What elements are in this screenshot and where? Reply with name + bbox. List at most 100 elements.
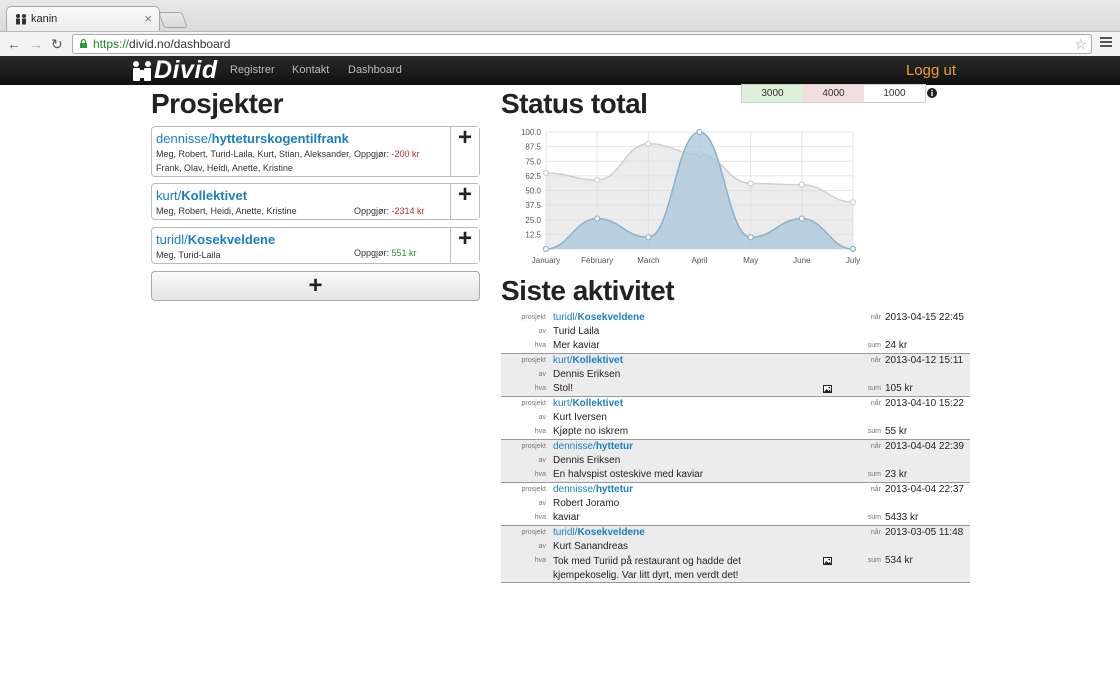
activity-time: 2013-04-04 22:37 — [885, 484, 964, 495]
add-expense-button[interactable]: + — [450, 183, 479, 219]
y-tick-label: 87.5 — [525, 143, 541, 152]
project-card[interactable]: turidl/Kosekveldene Meg, Turid-Laila Opp… — [151, 227, 480, 264]
what-label: hva — [534, 385, 546, 392]
data-point — [849, 199, 857, 206]
forward-icon[interactable]: → — [29, 35, 43, 53]
y-tick-label: 25.0 — [525, 216, 541, 225]
project-label: prosjekt — [521, 314, 546, 321]
sum-label: sum — [867, 385, 881, 392]
activity-item: prosjekt kurt/Kollektivet når 2013-04-12 15… — [501, 354, 970, 397]
project-label: prosjekt — [521, 357, 546, 364]
sum-label: sum — [867, 342, 881, 349]
browser-tab[interactable]: kanin × — [6, 6, 160, 32]
activity-project-link[interactable]: turidl/Kosekveldene — [553, 312, 645, 323]
info-icon[interactable] — [927, 88, 937, 98]
sum-label: sum — [867, 514, 881, 521]
project-body: turidl/Kosekveldene Meg, Turid-Laila Opp… — [152, 228, 450, 263]
activity-description: Kjøpte no iskrem — [553, 426, 629, 437]
project-settlement: Oppgjør: -2314 kr — [354, 206, 425, 216]
project-settlement: Oppgjør: -200 kr — [354, 149, 420, 159]
project-members: Meg, Turid-Laila — [156, 250, 221, 260]
data-point — [645, 234, 652, 241]
site-navbar: Divid Registrer Kontakt Dashboard Logg u… — [0, 56, 1120, 85]
activity-project-link[interactable]: kurt/Kollektivet — [553, 355, 623, 366]
activity-project-owner: kurt/ — [553, 355, 573, 366]
when-label: når — [870, 400, 881, 407]
logout-link[interactable]: Logg ut — [906, 56, 956, 85]
close-icon[interactable]: × — [144, 7, 152, 31]
y-tick-label: 12.5 — [525, 230, 541, 239]
project-label: prosjekt — [521, 486, 546, 493]
activity-project-name: hyttetur — [595, 484, 634, 495]
new-tab-button[interactable] — [158, 12, 188, 28]
project-members: Meg, Robert, Heidi, Anette, Kristine — [156, 206, 297, 216]
activity-description: Mer kaviar — [553, 340, 600, 351]
activity-project-link[interactable]: dennisse/hyttetur — [553, 484, 633, 495]
add-expense-button[interactable]: + — [450, 126, 479, 176]
brand-name: Divid — [154, 56, 218, 84]
activity-project-owner: turidl/ — [553, 312, 578, 323]
activity-description: Tok med Turiid på restaurant og hadde de… — [553, 556, 741, 581]
activity-project-link[interactable]: kurt/Kollektivet — [553, 398, 623, 409]
add-project-button[interactable]: + — [151, 271, 480, 301]
project-name: Kosekveldene — [187, 232, 276, 247]
project-name: hytteturskogentilfrank — [211, 131, 349, 146]
project-members: Meg, Robert, Turid-Laila, Kurt, Stian, A… — [156, 149, 352, 173]
project-card[interactable]: dennisse/hytteturskogentilfrank Meg, Rob… — [151, 126, 480, 177]
menu-icon[interactable] — [1100, 37, 1112, 49]
activity-list: prosjekt turidl/Kosekveldene når 2013-04-15… — [501, 311, 970, 583]
activity-sum: 23 kr — [885, 469, 908, 480]
back-icon[interactable]: ← — [7, 35, 21, 53]
project-body: dennisse/hytteturskogentilfrank Meg, Rob… — [152, 127, 450, 176]
activity-author: Turid Laila — [553, 326, 600, 337]
data-point — [849, 245, 857, 253]
nav-registrer[interactable]: Registrer — [230, 56, 275, 85]
project-link[interactable]: turidl/Kosekveldene — [156, 232, 446, 248]
activity-time: 2013-04-10 15:22 — [885, 398, 964, 409]
activity-item: prosjekt turidl/Kosekveldene når 2013-03-05… — [501, 526, 970, 583]
address-bar[interactable]: https://divid.no/dashboard ☆ — [72, 34, 1092, 54]
project-owner: dennisse/ — [156, 131, 212, 146]
filter-red[interactable]: 4000 — [803, 85, 864, 102]
activity-project-link[interactable]: turidl/Kosekveldene — [553, 527, 645, 538]
y-tick-label: 50.0 — [525, 187, 541, 196]
star-icon[interactable]: ☆ — [1074, 35, 1087, 53]
activity-project-name: Kollektivet — [572, 355, 624, 366]
by-label: av — [538, 457, 546, 464]
activity-sum: 5433 kr — [885, 512, 919, 523]
project-link[interactable]: kurt/Kollektivet — [156, 188, 446, 204]
nav-dashboard[interactable]: Dashboard — [348, 56, 402, 85]
activity-time: 2013-03-05 11:48 — [885, 527, 964, 538]
by-label: av — [538, 414, 546, 421]
filter-white[interactable]: 1000 — [864, 85, 925, 102]
reload-icon[interactable]: ↻ — [51, 35, 63, 53]
project-link[interactable]: dennisse/hytteturskogentilfrank — [156, 131, 446, 147]
project-name: Kollektivet — [181, 188, 248, 203]
activity-description: kaviar — [553, 512, 580, 523]
y-tick-label: 37.5 — [525, 201, 541, 210]
x-tick-label: March — [637, 256, 659, 265]
activity-project-owner: turidl/ — [553, 527, 578, 538]
project-owner: kurt/ — [156, 188, 182, 203]
y-tick-label: 100.0 — [521, 128, 542, 137]
nav-kontakt[interactable]: Kontakt — [292, 56, 329, 85]
project-card[interactable]: kurt/Kollektivet Meg, Robert, Heidi, Ane… — [151, 183, 480, 220]
activity-sum: 534 kr — [885, 555, 913, 566]
filter-green[interactable]: 3000 — [742, 85, 803, 102]
project-label: prosjekt — [521, 529, 546, 536]
activity-sum: 24 kr — [885, 340, 908, 351]
activity-author: Dennis Eriksen — [553, 455, 621, 466]
data-point — [696, 128, 703, 136]
activity-time: 2013-04-04 22:39 — [885, 441, 964, 452]
what-label: hva — [534, 514, 546, 521]
data-point — [798, 215, 805, 222]
x-tick-label: May — [743, 256, 758, 265]
by-label: av — [538, 371, 546, 378]
what-label: hva — [534, 557, 546, 564]
by-label: av — [538, 543, 546, 550]
what-label: hva — [534, 471, 546, 478]
settlement-label: Oppgjør: — [354, 206, 390, 216]
activity-project-link[interactable]: dennisse/hyttetur — [553, 441, 633, 452]
add-expense-button[interactable]: + — [450, 227, 479, 263]
brand-logo[interactable]: Divid — [131, 56, 218, 84]
